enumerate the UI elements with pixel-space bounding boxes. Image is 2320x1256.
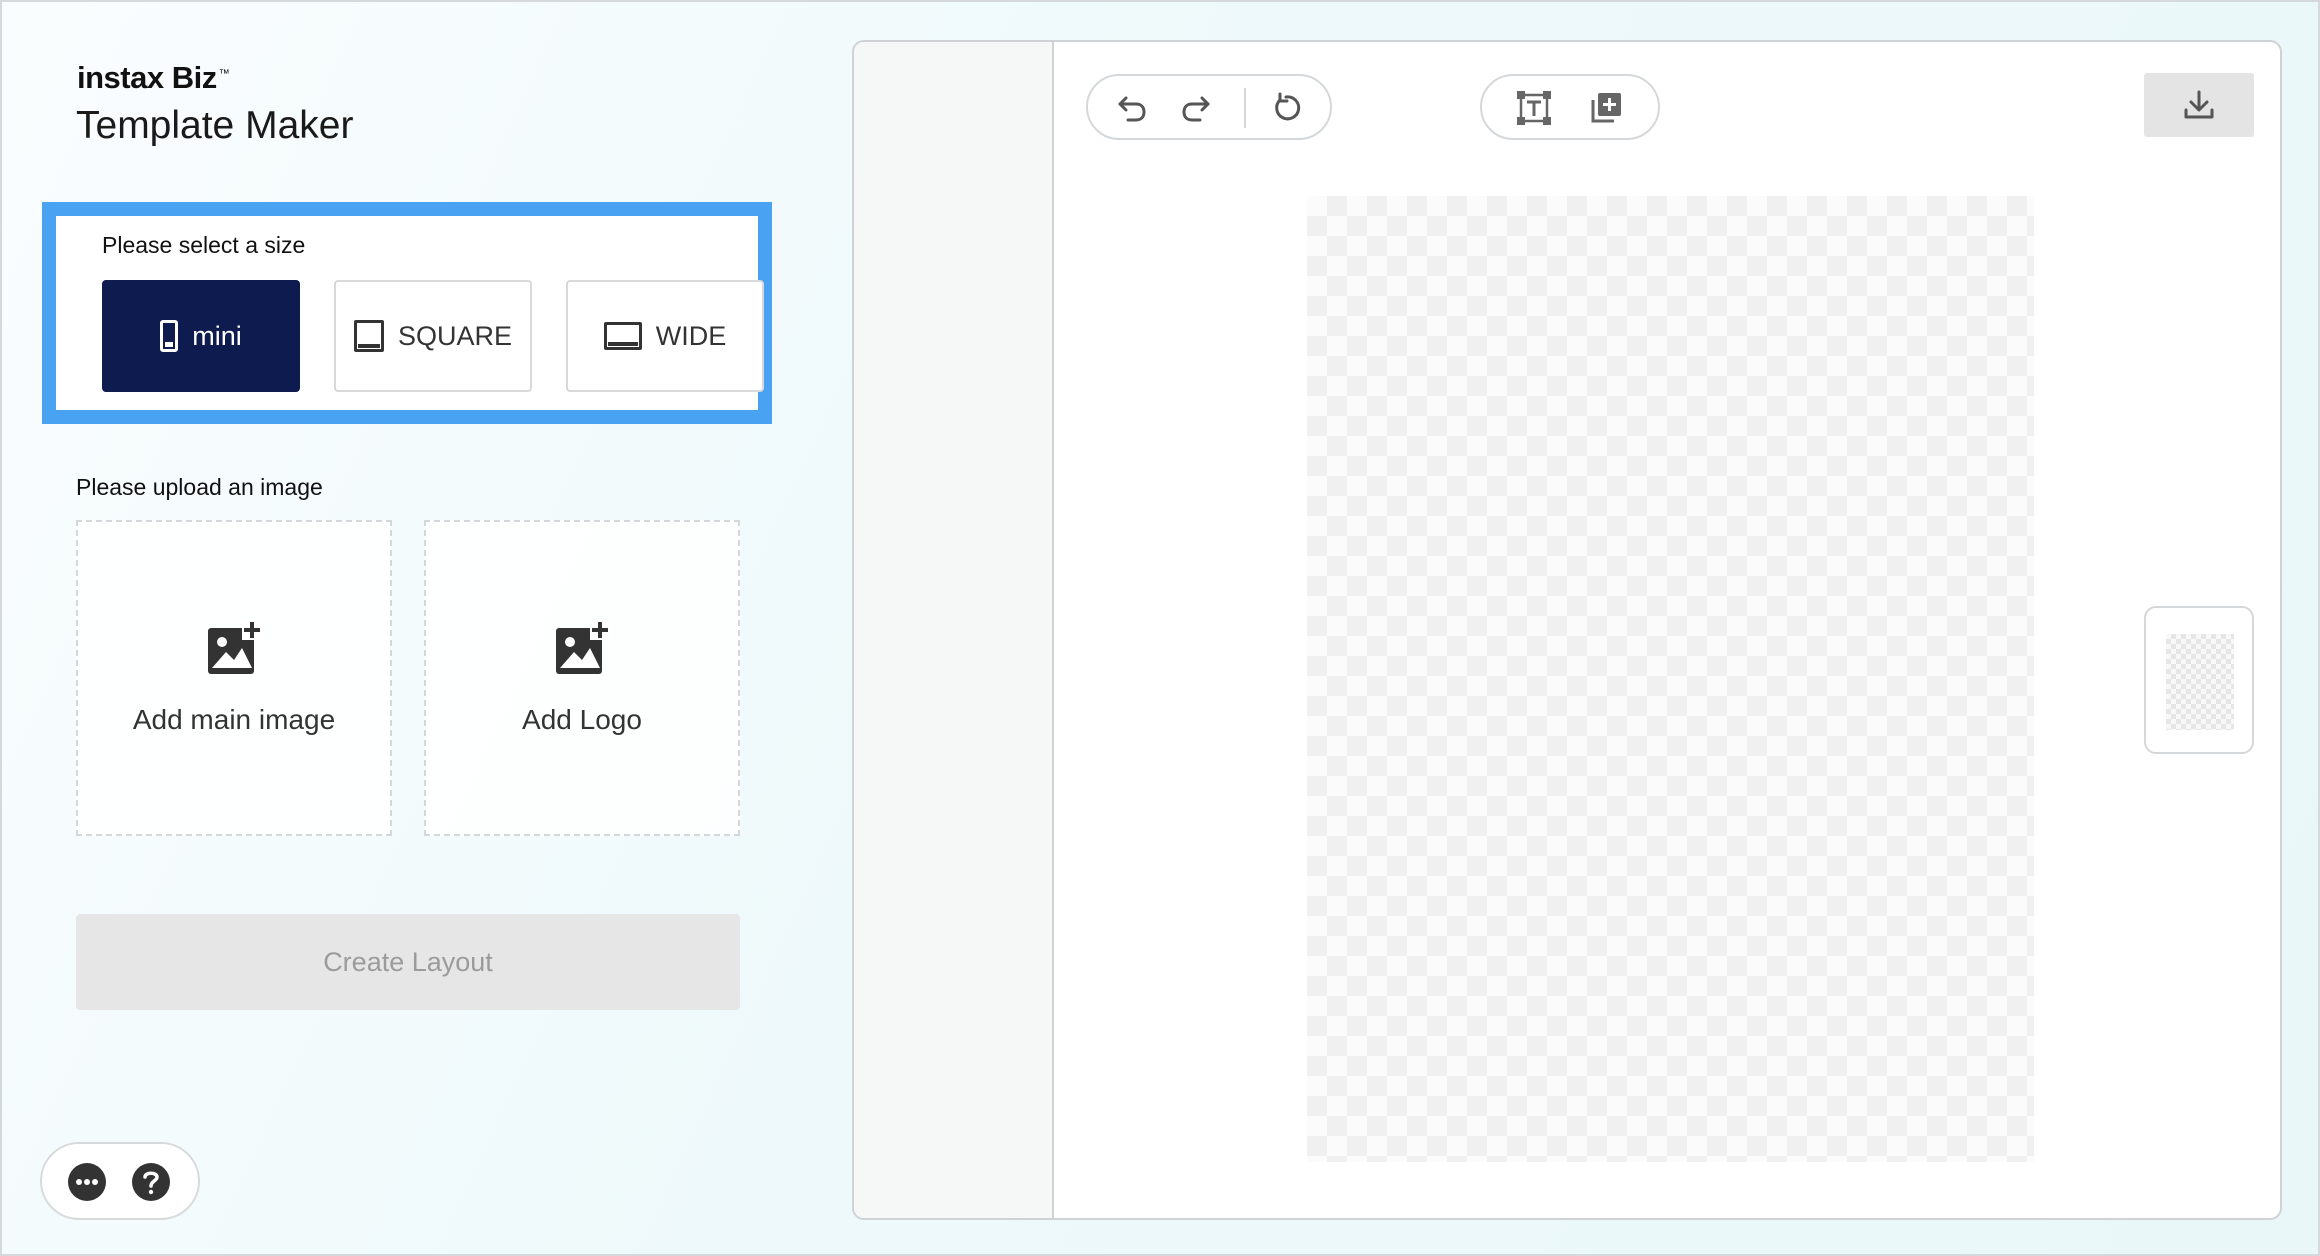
insert-toolbar (1480, 74, 1660, 140)
history-toolbar (1086, 74, 1332, 140)
brand-logo: instax Biz ™ (77, 60, 230, 96)
add-image-icon (208, 620, 262, 674)
size-option-label: mini (192, 320, 242, 351)
upload-section-label: Please upload an image (76, 474, 323, 500)
brand-name: instax Biz (77, 60, 217, 95)
toolbar-divider (1244, 88, 1246, 128)
add-logo-label: Add Logo (522, 704, 642, 735)
size-option-mini[interactable]: mini (102, 280, 300, 392)
size-option-label: WIDE (655, 320, 727, 351)
editor-panel (852, 40, 2282, 1220)
size-option-label: SQUARE (397, 320, 513, 351)
add-main-image-label: Add main image (132, 704, 336, 735)
mini-portrait-icon (160, 320, 179, 352)
add-main-image-button[interactable]: Add main image (76, 520, 392, 836)
help-icon[interactable] (132, 1163, 170, 1201)
size-option-square[interactable]: SQUARE (334, 280, 532, 392)
square-frame-icon (353, 320, 384, 352)
template-canvas[interactable] (1307, 196, 2034, 1162)
page-thumbnail[interactable] (2144, 606, 2254, 754)
wide-frame-icon (603, 322, 642, 350)
undo-icon[interactable] (1114, 90, 1150, 126)
redo-icon[interactable] (1178, 90, 1214, 126)
add-text-icon[interactable] (1516, 90, 1552, 126)
create-layout-button[interactable]: Create Layout (76, 914, 740, 1010)
add-image-icon (556, 620, 610, 674)
app-window: instax Biz ™ Template Maker Please select… (0, 0, 2320, 1256)
editor-sidebar (854, 42, 1054, 1218)
help-menu (40, 1142, 200, 1220)
page-title: Template Maker (76, 104, 354, 147)
size-section-label: Please select a size (102, 232, 306, 258)
size-selection-panel: Please select a size mini SQUARE WIDE (42, 202, 772, 424)
thumbnail-preview (2166, 634, 2234, 730)
trademark: ™ (218, 67, 230, 80)
add-logo-button[interactable]: Add Logo (424, 520, 740, 836)
size-option-wide[interactable]: WIDE (566, 280, 764, 392)
reset-icon[interactable] (1268, 90, 1304, 126)
download-icon (2184, 90, 2214, 119)
more-icon[interactable] (68, 1163, 106, 1201)
download-button[interactable] (2144, 73, 2254, 137)
add-layer-icon[interactable] (1588, 90, 1624, 126)
